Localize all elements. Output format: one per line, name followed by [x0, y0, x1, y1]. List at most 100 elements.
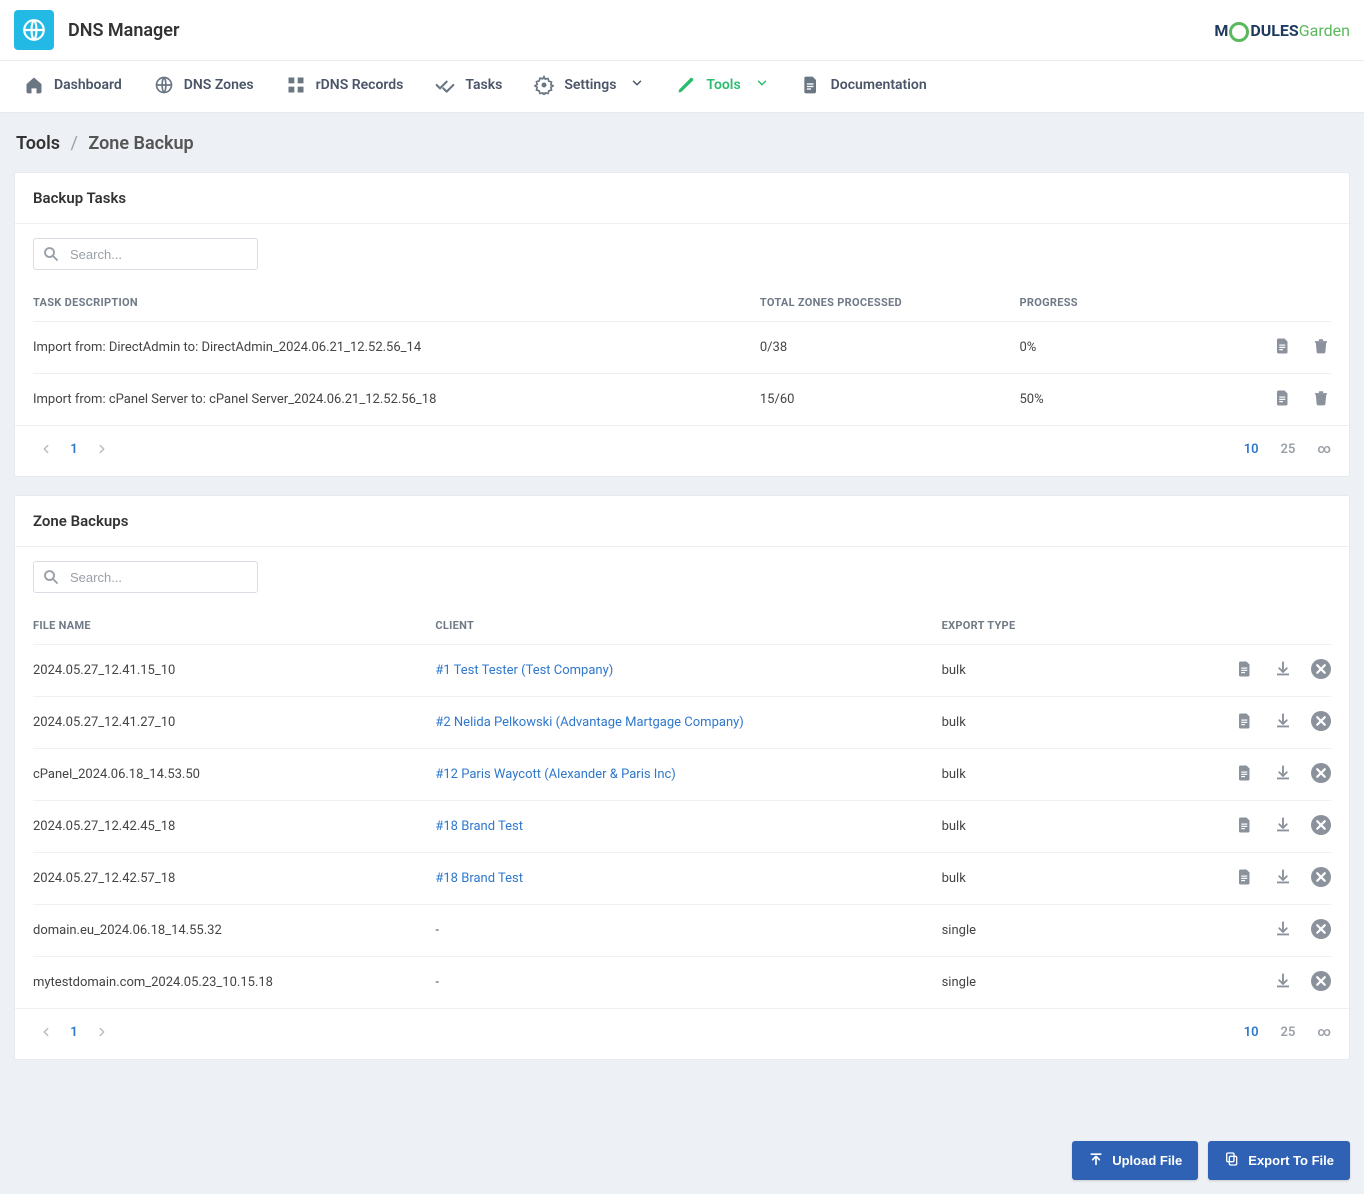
client-link[interactable]: #1 Test Tester (Test Company)	[435, 663, 613, 678]
delete-icon[interactable]	[1311, 919, 1331, 939]
col-task-progress[interactable]: PROGRESS	[1019, 284, 1201, 322]
file-name: 2024.05.27_12.42.57_18	[33, 853, 435, 905]
delete-icon[interactable]	[1311, 867, 1331, 887]
download-icon[interactable]	[1273, 815, 1293, 835]
chevron-down-icon	[630, 76, 644, 94]
nav-dashboard-label: Dashboard	[54, 77, 122, 93]
upload-file-label: Upload File	[1112, 1153, 1182, 1168]
client: #18 Brand Test	[435, 801, 941, 853]
trash-icon[interactable]	[1311, 388, 1331, 408]
pager-prev[interactable]	[33, 1019, 59, 1045]
tasks-search[interactable]	[33, 238, 258, 270]
client-link[interactable]: #12 Paris Waycott (Alexander & Paris Inc…	[435, 767, 675, 782]
table-row: 2024.05.27_12.41.27_10#2 Nelida Pelkowsk…	[33, 697, 1331, 749]
details-icon[interactable]	[1235, 711, 1255, 731]
delete-icon[interactable]	[1311, 711, 1331, 731]
col-file-name[interactable]: FILE NAME	[33, 607, 435, 645]
page-size-option[interactable]: ∞	[1317, 1025, 1331, 1040]
nav-documentation[interactable]: Documentation	[785, 61, 943, 112]
globe-icon	[154, 75, 174, 95]
pager-prev[interactable]	[33, 436, 59, 462]
export-type: bulk	[942, 645, 1176, 697]
details-icon[interactable]	[1273, 336, 1293, 356]
client: #12 Paris Waycott (Alexander & Paris Inc…	[435, 749, 941, 801]
nav-documentation-label: Documentation	[831, 77, 927, 93]
client: #1 Test Tester (Test Company)	[435, 645, 941, 697]
upload-file-button[interactable]: Upload File	[1072, 1141, 1198, 1180]
page-size-option[interactable]: 25	[1281, 1025, 1296, 1040]
task-total: 0/38	[760, 322, 1020, 374]
backups-search-input[interactable]	[68, 569, 249, 586]
nav-dns-zones[interactable]: DNS Zones	[138, 61, 270, 112]
details-icon[interactable]	[1235, 763, 1255, 783]
trash-icon[interactable]	[1311, 336, 1331, 356]
pager-next[interactable]	[89, 436, 115, 462]
download-icon[interactable]	[1273, 711, 1293, 731]
backups-search[interactable]	[33, 561, 258, 593]
details-icon[interactable]	[1235, 815, 1255, 835]
breadcrumb-parent[interactable]: Tools	[16, 133, 60, 154]
backup-tasks-title: Backup Tasks	[15, 173, 1349, 224]
main-nav: Dashboard DNS Zones rDNS Records Tasks S…	[0, 61, 1364, 113]
table-row: Import from: DirectAdmin to: DirectAdmin…	[33, 322, 1331, 374]
page-size-option[interactable]: 10	[1244, 442, 1259, 457]
task-total: 15/60	[760, 374, 1020, 426]
chevron-down-icon	[755, 76, 769, 94]
export-to-file-label: Export To File	[1248, 1153, 1334, 1168]
page-size-option[interactable]: 25	[1281, 442, 1296, 457]
pager-next[interactable]	[89, 1019, 115, 1045]
download-icon[interactable]	[1273, 659, 1293, 679]
pager-page[interactable]: 1	[59, 442, 89, 457]
details-icon[interactable]	[1235, 659, 1255, 679]
nav-rdns[interactable]: rDNS Records	[270, 61, 420, 112]
tasks-pager: 1 10 25 ∞	[15, 425, 1349, 476]
task-progress: 50%	[1019, 374, 1201, 426]
pager-page[interactable]: 1	[59, 1025, 89, 1040]
delete-icon[interactable]	[1311, 659, 1331, 679]
nav-tools-label: Tools	[706, 77, 740, 93]
client-link[interactable]: #18 Brand Test	[435, 871, 523, 886]
nav-tools[interactable]: Tools	[660, 61, 784, 112]
col-export-type[interactable]: EXPORT TYPE	[942, 607, 1176, 645]
table-row: 2024.05.27_12.41.15_10#1 Test Tester (Te…	[33, 645, 1331, 697]
file-name: domain.eu_2024.06.18_14.55.32	[33, 905, 435, 957]
task-progress: 0%	[1019, 322, 1201, 374]
breadcrumb: Tools / Zone Backup	[14, 129, 1350, 172]
download-icon[interactable]	[1273, 867, 1293, 887]
client-link[interactable]: #2 Nelida Pelkowski (Advantage Martgage …	[435, 715, 743, 730]
col-task-desc[interactable]: TASK DESCRIPTION	[33, 284, 760, 322]
delete-icon[interactable]	[1311, 763, 1331, 783]
col-task-total[interactable]: TOTAL ZONES PROCESSED	[760, 284, 1020, 322]
col-client[interactable]: CLIENT	[435, 607, 941, 645]
nav-settings-label: Settings	[564, 77, 616, 93]
nav-dashboard[interactable]: Dashboard	[8, 61, 138, 112]
nav-tasks[interactable]: Tasks	[419, 61, 518, 112]
download-icon[interactable]	[1273, 763, 1293, 783]
nav-settings[interactable]: Settings	[518, 61, 660, 112]
nav-dns-zones-label: DNS Zones	[184, 77, 254, 93]
delete-icon[interactable]	[1311, 815, 1331, 835]
page-size-option[interactable]: 10	[1244, 1025, 1259, 1040]
export-type: bulk	[942, 749, 1176, 801]
table-row: 2024.05.27_12.42.45_18#18 Brand Testbulk	[33, 801, 1331, 853]
page-size-option[interactable]: ∞	[1317, 442, 1331, 457]
file-name: 2024.05.27_12.42.45_18	[33, 801, 435, 853]
export-type: single	[942, 957, 1176, 1009]
zone-backups-card: Zone Backups FILE NAME CLIENT EXPORT TYP…	[14, 495, 1350, 1060]
client-link[interactable]: #18 Brand Test	[435, 819, 523, 834]
export-type: single	[942, 905, 1176, 957]
download-icon[interactable]	[1273, 919, 1293, 939]
details-icon[interactable]	[1273, 388, 1293, 408]
gear-icon	[534, 75, 554, 95]
download-icon[interactable]	[1273, 971, 1293, 991]
task-desc: Import from: cPanel Server to: cPanel Se…	[33, 374, 760, 426]
zone-backups-title: Zone Backups	[15, 496, 1349, 547]
grid-icon	[286, 75, 306, 95]
tasks-search-input[interactable]	[68, 246, 249, 263]
bottom-actions: Upload File Export To File	[1072, 1141, 1350, 1180]
details-icon[interactable]	[1235, 867, 1255, 887]
export-to-file-button[interactable]: Export To File	[1208, 1141, 1350, 1180]
delete-icon[interactable]	[1311, 971, 1331, 991]
file-name: cPanel_2024.06.18_14.53.50	[33, 749, 435, 801]
app-logo-icon	[14, 10, 54, 50]
